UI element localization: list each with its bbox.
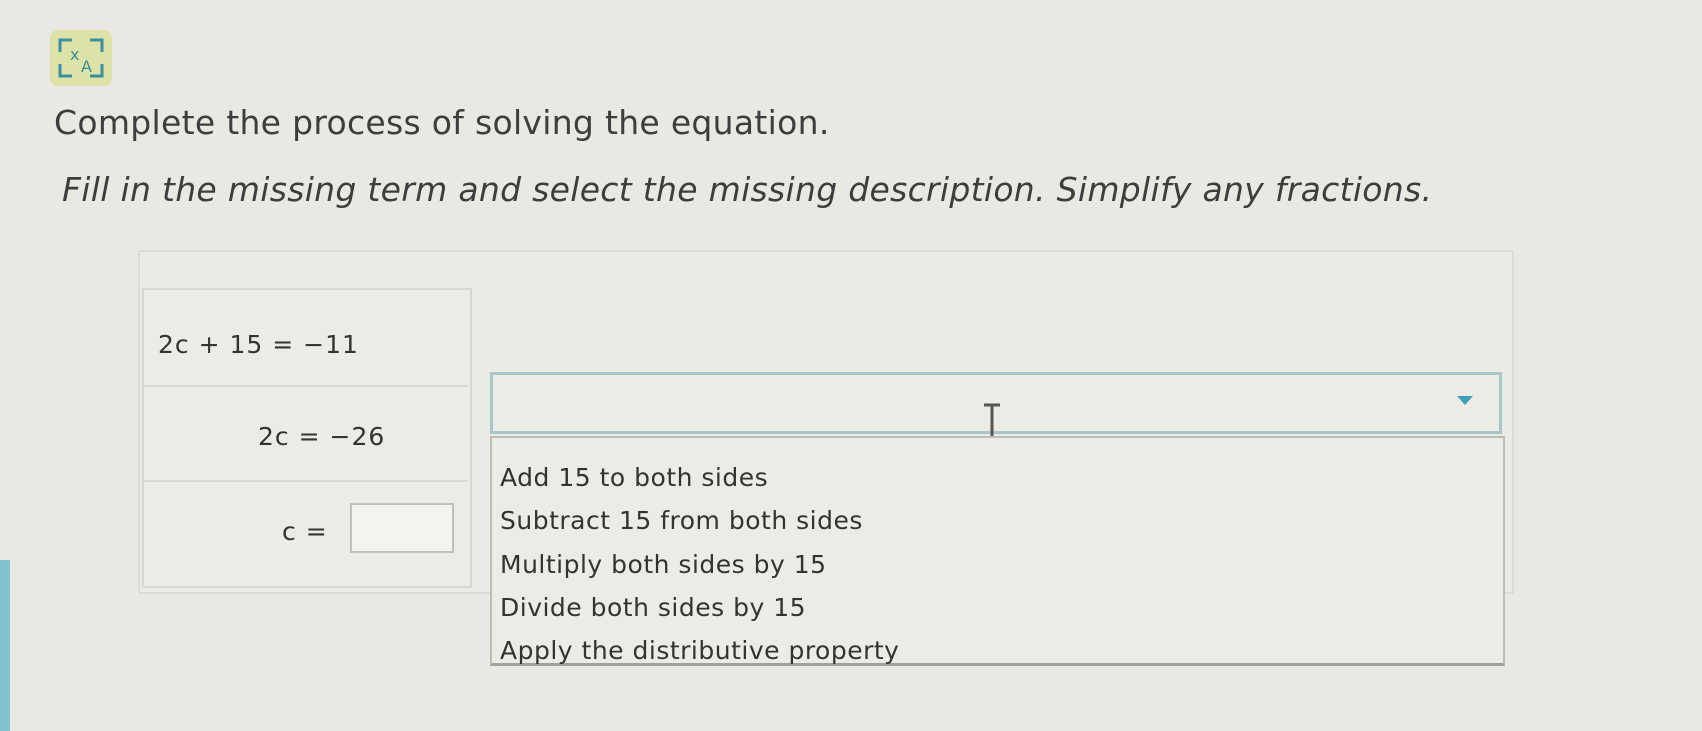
instruction-text: Complete the process of solving the equa… <box>54 103 830 142</box>
equation-step-2: 2c = −26 <box>258 422 386 451</box>
step-divider <box>142 385 468 387</box>
translate-icon[interactable]: x A <box>50 30 112 86</box>
option-distributive-property[interactable]: Apply the distributive property <box>500 636 899 665</box>
chevron-down-icon[interactable] <box>1455 394 1475 406</box>
option-add-15[interactable]: Add 15 to both sides <box>500 463 768 492</box>
option-subtract-15[interactable]: Subtract 15 from both sides <box>500 506 863 535</box>
translate-icon-glyph: x A <box>58 38 104 78</box>
direction-text: Fill in the missing term and select the … <box>62 170 1433 209</box>
svg-text:A: A <box>81 57 92 76</box>
equation-step-1: 2c + 15 = −11 <box>158 330 359 359</box>
svg-text:x: x <box>70 45 79 64</box>
option-divide-15[interactable]: Divide both sides by 15 <box>500 593 806 622</box>
equation-step-3-label: c = <box>282 517 328 546</box>
step-divider <box>142 480 468 482</box>
option-multiply-15[interactable]: Multiply both sides by 15 <box>500 550 827 579</box>
left-edge-strip <box>0 560 10 731</box>
missing-term-input[interactable] <box>350 503 454 553</box>
